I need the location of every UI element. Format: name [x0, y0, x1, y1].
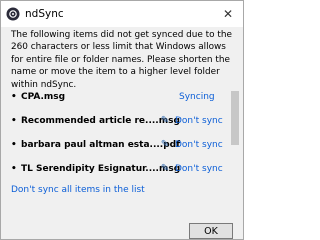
bullet: • [11, 140, 17, 150]
item-dont-sync-link[interactable]: Don't sync [175, 135, 223, 155]
list-item: • TL Serendipity Esignatur....msg ✎ Don'… [11, 159, 227, 179]
item-filename: Recommended article re....msg [21, 116, 180, 126]
item-filename: TL Serendipity Esignatur....msg [21, 164, 181, 174]
item-filename: barbara paul altman esta....pdf [21, 140, 181, 150]
list-item: • Recommended article re....msg ✎ Don't … [11, 111, 227, 131]
item-filename: CPA.msg [21, 92, 66, 102]
pencil-icon[interactable]: ✎ [159, 159, 171, 179]
title-bar: ndSync ✕ [1, 1, 243, 27]
window-title: ndSync [25, 8, 64, 20]
unsynced-items-list[interactable]: • CPA.msg Syncing • Recommended article … [11, 87, 239, 179]
item-dont-sync-link[interactable]: Don't sync [175, 159, 223, 179]
list-item: • barbara paul altman esta....pdf ✎ Don'… [11, 135, 227, 155]
pencil-icon[interactable]: ✎ [159, 135, 171, 155]
close-button[interactable]: ✕ [217, 4, 239, 24]
list-item: • CPA.msg Syncing [11, 87, 227, 107]
bullet: • [11, 164, 17, 174]
ok-button[interactable]: OK [189, 223, 233, 239]
item-dont-sync-link[interactable]: Don't sync [175, 111, 223, 131]
close-icon: ✕ [222, 7, 234, 21]
pencil-icon[interactable]: ✎ [159, 111, 171, 131]
list-scrollbar[interactable] [231, 87, 239, 179]
bullet: • [11, 92, 17, 102]
scrollbar-thumb[interactable] [231, 91, 239, 145]
dont-sync-all-link[interactable]: Don't sync all items in the list [11, 184, 145, 196]
error-message: The following items did not get synced d… [11, 30, 232, 90]
ndsync-logo-icon [6, 7, 20, 21]
bullet: • [11, 116, 17, 126]
ndsync-dialog: ndSync ✕ The following items did not get… [0, 0, 244, 240]
item-sync-status[interactable]: Syncing [179, 87, 215, 107]
